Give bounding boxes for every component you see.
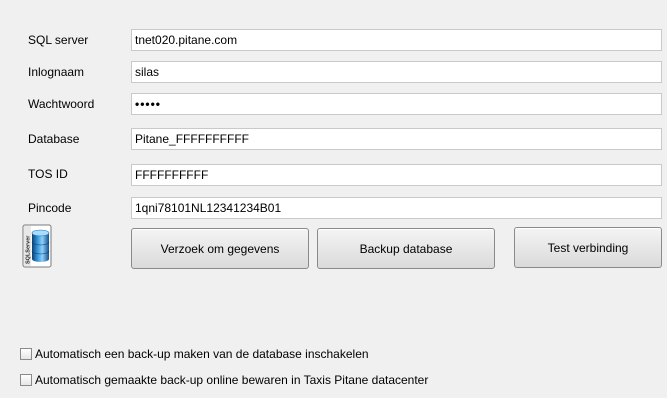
pincode-label: Pincode [28, 201, 72, 215]
sql-server-database-icon: SQLServer [22, 224, 52, 268]
database-input[interactable] [131, 128, 662, 150]
tos-id-input[interactable] [131, 164, 662, 186]
database-row: Database [0, 127, 667, 153]
inlognaam-row: Inlognaam [0, 60, 667, 86]
request-data-button[interactable]: Verzoek om gegevens [131, 228, 309, 269]
sql-server-row: SQL server [0, 28, 667, 54]
auto-backup-checkbox[interactable] [20, 348, 32, 360]
online-backup-option[interactable]: Automatisch gemaakte back-up online bewa… [20, 371, 428, 389]
inlognaam-label: Inlognaam [28, 65, 85, 79]
wachtwoord-row: Wachtwoord [0, 92, 667, 118]
svg-text:SQLServer: SQLServer [26, 235, 32, 264]
wachtwoord-input[interactable] [131, 93, 662, 115]
inlognaam-input[interactable] [131, 61, 662, 83]
backup-database-button[interactable]: Backup database [317, 228, 495, 269]
test-connection-button[interactable]: Test verbinding [514, 227, 662, 268]
pincode-row: Pincode [0, 196, 667, 222]
online-backup-checkbox[interactable] [20, 374, 32, 386]
auto-backup-option[interactable]: Automatisch een back-up maken van de dat… [20, 345, 369, 363]
wachtwoord-label: Wachtwoord [28, 97, 95, 111]
tos-id-row: TOS ID [0, 162, 667, 188]
sql-server-label: SQL server [28, 33, 89, 47]
auto-backup-label: Automatisch een back-up maken van de dat… [35, 347, 369, 361]
online-backup-label: Automatisch gemaakte back-up online bewa… [35, 373, 429, 387]
pincode-input[interactable] [131, 197, 662, 219]
tos-id-label: TOS ID [28, 167, 68, 181]
sql-server-input[interactable] [131, 29, 662, 51]
database-label: Database [28, 132, 80, 146]
